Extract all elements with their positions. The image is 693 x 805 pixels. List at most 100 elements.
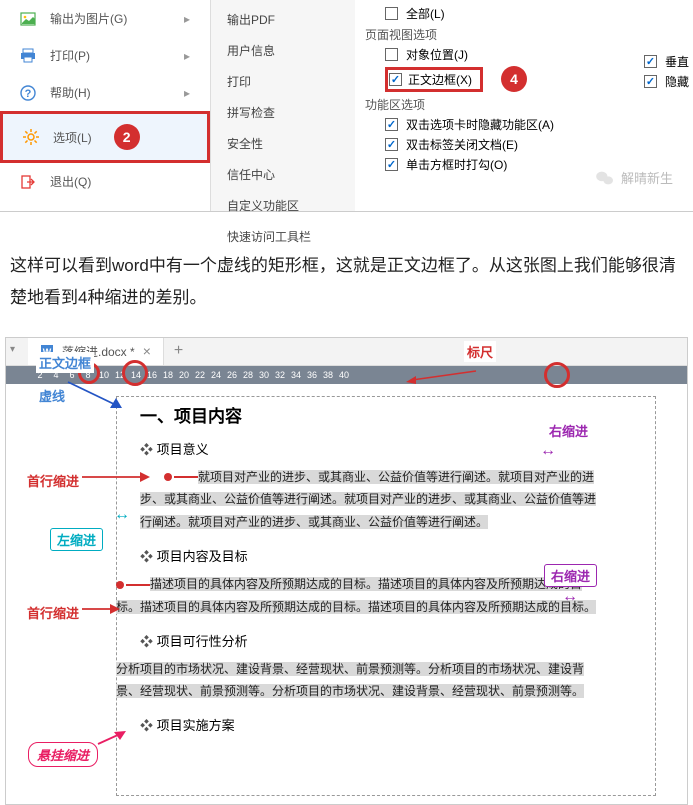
checkbox-icon[interactable] xyxy=(385,138,398,151)
ruler-tick: 32 xyxy=(272,370,288,380)
opt-label: 单击方框时打勾(O) xyxy=(406,156,507,173)
opt-all[interactable]: 全部(L) xyxy=(385,5,683,22)
exit-icon xyxy=(20,174,36,190)
document-tabs-bar: ▾ W 落缩进.docx * × + 标尺 正文边框 xyxy=(6,338,687,366)
image-icon xyxy=(20,11,36,27)
annotation-ruler: 标尺 xyxy=(464,341,496,362)
doc-paragraph: 分析项目的市场状况、建设背景、经营现状、前景预测等。分析项目的市场状况、建设背景… xyxy=(116,658,600,704)
opt-label: 隐藏 xyxy=(665,73,689,90)
new-tab-button[interactable]: + xyxy=(164,342,193,360)
menu-options[interactable]: 选项(L) 2 xyxy=(0,111,210,163)
options-detail-panel: 全部(L) 页面视图选项 对象位置(J) 正文边框(X) 4 功能区选项 双击选… xyxy=(355,0,693,211)
opt-label: 正文边框(X) xyxy=(408,71,472,88)
mid-item[interactable]: 信任中心 xyxy=(211,159,355,190)
mid-item[interactable]: 安全性 xyxy=(211,128,355,159)
ruler-tick: 22 xyxy=(192,370,208,380)
opt-label: 全部(L) xyxy=(406,5,445,22)
annotation-first-indent: 首行缩进 xyxy=(24,470,82,491)
gear-icon xyxy=(23,129,39,145)
annotation-circle xyxy=(122,360,148,386)
checkbox-icon[interactable] xyxy=(385,158,398,171)
annotation-hanging-indent: 悬挂缩进 xyxy=(28,742,98,767)
doc-heading-2: 项目实施方案 xyxy=(140,715,600,734)
opt-label: 双击选项卡时隐藏功能区(A) xyxy=(406,116,554,133)
menu-label: 输出为图片(G) xyxy=(50,10,127,27)
horizontal-ruler[interactable]: 2 4 6 8 10 12 14 16 18 20 22 24 26 28 30… xyxy=(6,366,687,384)
chevron-right-icon: ▸ xyxy=(184,49,190,63)
checkbox-icon[interactable] xyxy=(385,7,398,20)
group-ribbon-title: 功能区选项 xyxy=(365,96,683,113)
annotation-right-indent: 右缩进 xyxy=(546,420,591,441)
doc-paragraph: 就项目对产业的进步、或其商业、公益价值等进行阐述。就项目对产业的进步、或其商业、… xyxy=(140,466,600,534)
printer-icon xyxy=(20,48,36,64)
annotation-badge-2: 2 xyxy=(114,124,140,150)
checkbox-icon[interactable] xyxy=(385,48,398,61)
checkbox-icon[interactable] xyxy=(389,73,402,86)
opt-label: 双击标签关闭文档(E) xyxy=(406,136,518,153)
ruler-tick: 38 xyxy=(320,370,336,380)
menu-exit[interactable]: 退出(Q) xyxy=(0,163,210,200)
opt-dbl-label[interactable]: 双击标签关闭文档(E) xyxy=(385,136,683,153)
ruler-tick: 34 xyxy=(288,370,304,380)
double-arrow-icon: ↔ xyxy=(562,588,578,606)
doc-heading-2: 项目可行性分析 xyxy=(140,631,600,650)
ruler-tick: 28 xyxy=(240,370,256,380)
opt-hide[interactable]: 隐藏 xyxy=(644,73,689,90)
mid-item[interactable]: 打印 xyxy=(211,66,355,97)
help-icon: ? xyxy=(20,85,36,101)
checkbox-icon[interactable] xyxy=(385,118,398,131)
ruler-tick: 24 xyxy=(208,370,224,380)
para-text: 就项目对产业的进步、或其商业、公益价值等进行阐述。就项目对产业的进步、或其商业、… xyxy=(140,470,596,530)
watermark: 解晴新生 xyxy=(595,168,673,187)
opt-obj-position[interactable]: 对象位置(J) xyxy=(385,46,683,63)
watermark-text: 解晴新生 xyxy=(621,168,673,187)
options-category-list: 输出PDF 用户信息 打印 拼写检查 安全性 信任中心 自定义功能区 快速访问工… xyxy=(210,0,355,211)
svg-text:?: ? xyxy=(25,88,32,100)
opt-label: 对象位置(J) xyxy=(406,46,468,63)
chevron-right-icon: ▸ xyxy=(184,86,190,100)
ruler-tick: 18 xyxy=(160,370,176,380)
annotation-right-indent: 右缩进 xyxy=(544,564,597,587)
right-options-column: 垂直 隐藏 xyxy=(644,50,689,93)
doc-paragraph: 描述项目的具体内容及所预期达成的目标。描述项目的具体内容及所预期达成的目标。描述… xyxy=(116,573,600,619)
para-text: 分析项目的市场状况、建设背景、经营现状、前景预测等。分析项目的市场状况、建设背景… xyxy=(116,662,584,699)
mid-item[interactable]: 自定义功能区 xyxy=(211,190,355,221)
backstage-left-menu: 输出为图片(G) ▸ 打印(P) ▸ ? 帮助(H) ▸ 选项(L) 2 xyxy=(0,0,210,211)
ruler-tick: 30 xyxy=(256,370,272,380)
doc-heading-2: 项目内容及目标 xyxy=(140,546,600,565)
backstage-area: 输出为图片(G) ▸ 打印(P) ▸ ? 帮助(H) ▸ 选项(L) 2 xyxy=(0,0,693,212)
annotation-textframe: 正文边框 xyxy=(36,352,94,373)
annotation-arrow xyxy=(94,728,130,748)
menu-label: 打印(P) xyxy=(50,47,90,64)
menu-export-image[interactable]: 输出为图片(G) ▸ xyxy=(0,0,210,37)
chevron-right-icon: ▸ xyxy=(184,12,190,26)
checkbox-icon[interactable] xyxy=(644,55,657,68)
document-window: ▾ W 落缩进.docx * × + 标尺 正文边框 2 4 6 8 10 12… xyxy=(5,337,688,805)
mid-item[interactable]: 用户信息 xyxy=(211,35,355,66)
mid-item[interactable]: 输出PDF xyxy=(211,4,355,35)
menu-help[interactable]: ? 帮助(H) ▸ xyxy=(0,74,210,111)
opt-dbl-tab[interactable]: 双击选项卡时隐藏功能区(A) xyxy=(385,116,683,133)
group-pageview-title: 页面视图选项 xyxy=(365,26,683,43)
mid-item[interactable]: 拼写检查 xyxy=(211,97,355,128)
ruler-tick: 20 xyxy=(176,370,192,380)
annotation-badge-4: 4 xyxy=(501,66,527,92)
ruler-area: 2 4 6 8 10 12 14 16 18 20 22 24 26 28 30… xyxy=(6,366,687,384)
document-content: 一、项目内容 项目意义 就项目对产业的进步、或其商业、公益价值等进行阐述。就项目… xyxy=(140,402,600,735)
double-arrow-icon: ↔ xyxy=(540,442,556,460)
wechat-icon xyxy=(595,170,615,186)
close-icon[interactable]: × xyxy=(143,343,151,359)
mid-item[interactable]: 快速访问工具栏 xyxy=(211,221,355,252)
menu-label: 退出(Q) xyxy=(50,173,91,190)
menu-print[interactable]: 打印(P) ▸ xyxy=(0,37,210,74)
menu-label: 选项(L) xyxy=(53,129,92,146)
checkbox-icon[interactable] xyxy=(644,75,657,88)
opt-label: 垂直 xyxy=(665,53,689,70)
annotation-circle xyxy=(544,362,570,388)
opt-vert[interactable]: 垂直 xyxy=(644,53,689,70)
doc-heading-1: 一、项目内容 xyxy=(140,402,600,427)
dropdown-icon[interactable]: ▾ xyxy=(10,344,15,355)
double-arrow-icon: ↔ xyxy=(114,506,130,524)
annotation-dotted: 虚线 xyxy=(36,385,68,406)
doc-heading-2: 项目意义 xyxy=(140,439,600,458)
